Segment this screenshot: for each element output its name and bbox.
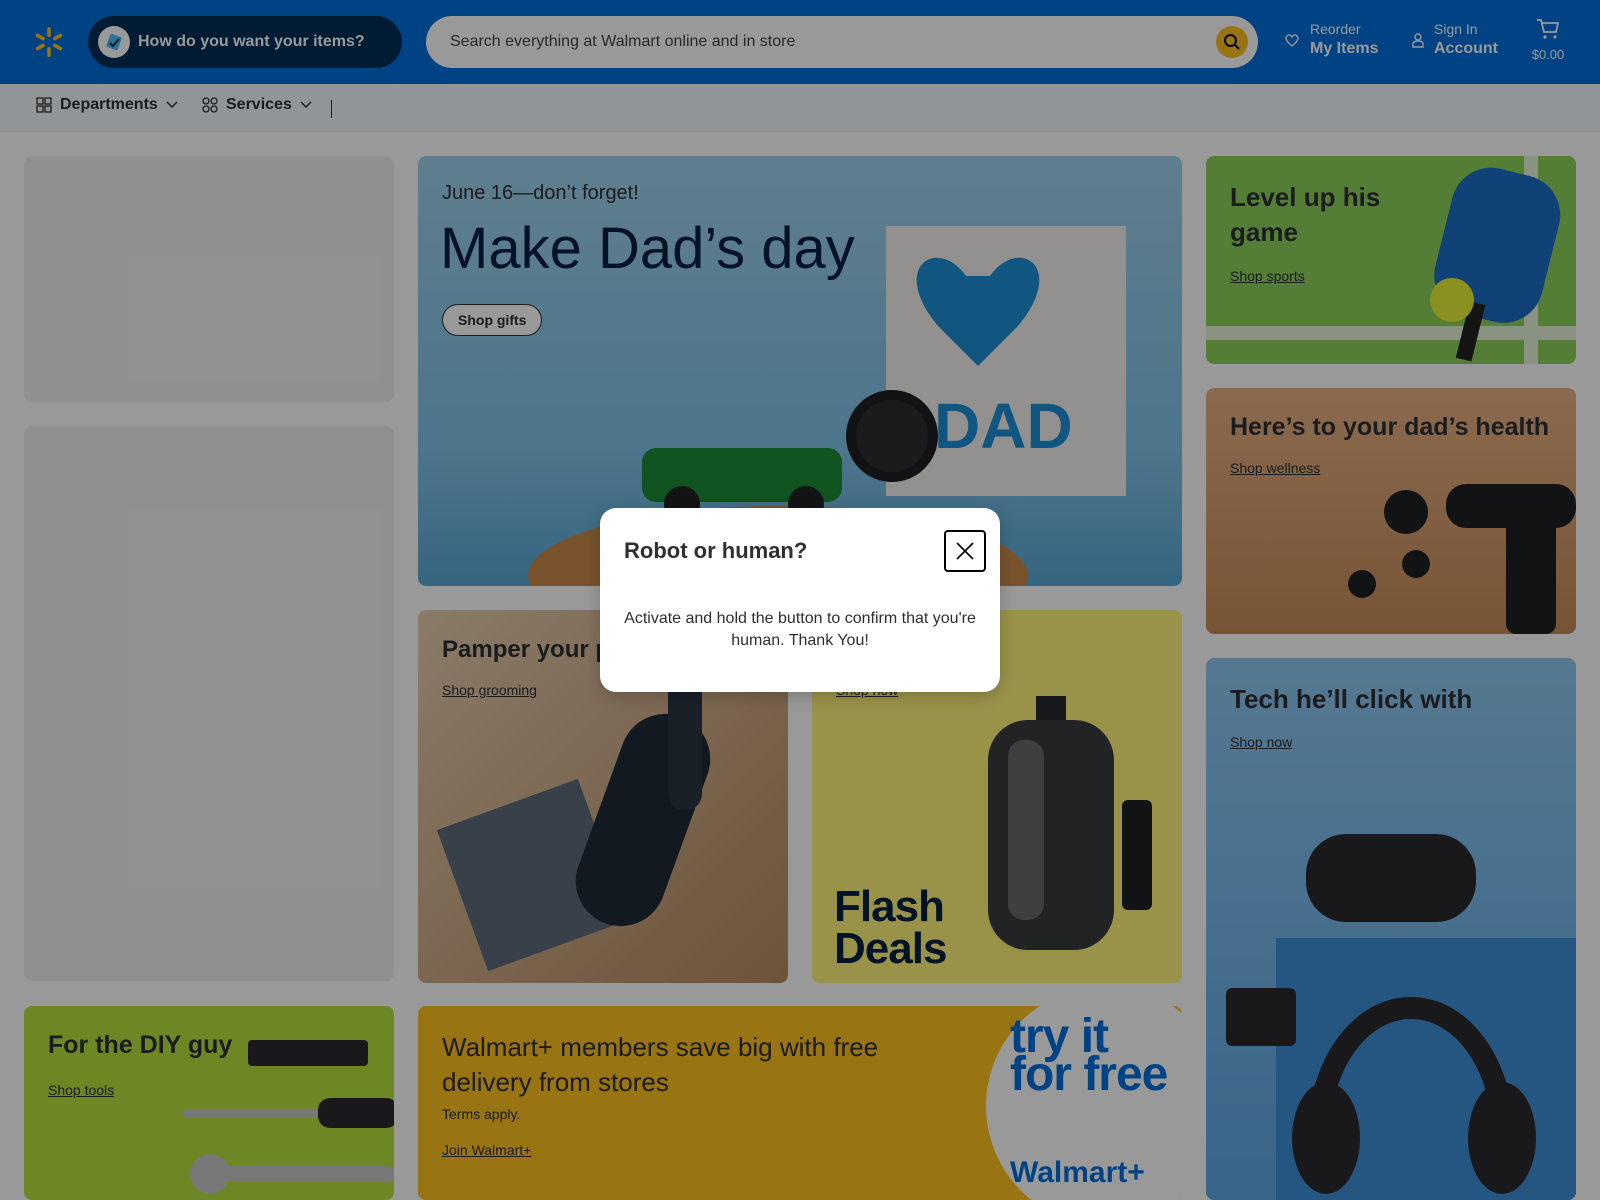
close-button[interactable] [944, 530, 986, 572]
robot-check-dialog: Robot or human? Activate and hold the bu… [600, 508, 1000, 692]
close-icon [956, 542, 974, 560]
dialog-title: Robot or human? [624, 538, 808, 563]
dialog-message: Activate and hold the button to confirm … [624, 610, 976, 649]
